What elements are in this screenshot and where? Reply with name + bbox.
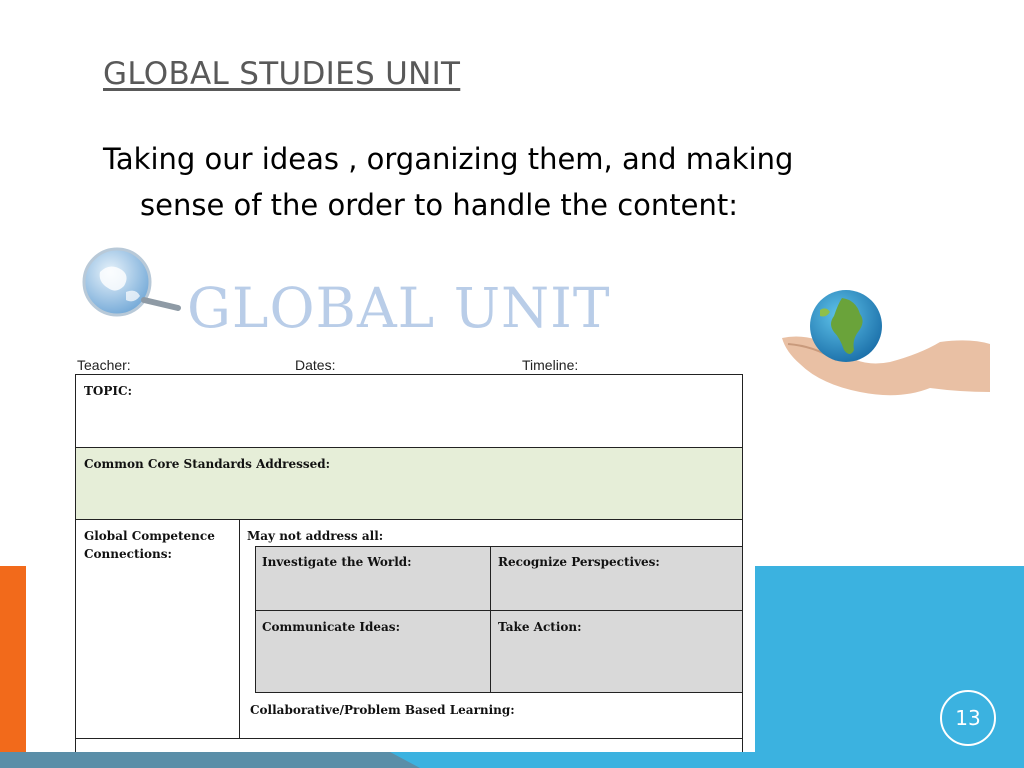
timeline-label: Timeline: [522,357,579,373]
unit-planning-table: TOPIC: Common Core Standards Addressed: … [75,374,743,752]
take-action-cell: Take Action: [490,610,743,693]
competence-divider [239,520,240,738]
global-unit-banner: GLOBAL UNIT [75,242,745,347]
investigate-label: Investigate the World: [262,555,412,569]
page-number-badge: 13 [940,690,996,746]
take-action-label: Take Action: [498,620,582,634]
competence-label-2: Connections: [84,547,172,561]
recognize-cell: Recognize Perspectives: [490,546,743,611]
global-unit-document-image: GLOBAL UNIT Teacher: Dates: Timeline: TO… [75,242,745,752]
standards-label: Common Core Standards Addressed: [84,457,331,471]
slide-title: GLOBAL STUDIES UNIT [103,56,461,92]
communicate-label: Communicate Ideas: [262,620,400,634]
topic-row: TOPIC: [76,375,742,448]
globe-magnifier-icon [82,247,181,317]
banner-title: GLOBAL UNIT [187,276,611,340]
competence-row: Global Competence Connections: May not a… [76,520,743,739]
orange-accent-bar [0,566,26,752]
globe-in-hand-icon [782,290,990,396]
bottom-band-grey [0,752,420,768]
investigate-cell: Investigate the World: [255,546,491,611]
body-line-1: Taking our ideas , organizing them, and … [103,142,794,176]
slide-body-text: Taking our ideas , organizing them, and … [103,136,933,228]
topic-label: TOPIC: [84,384,132,398]
may-not-label: May not address all: [247,529,384,543]
communicate-cell: Communicate Ideas: [255,610,491,693]
collab-label: Collaborative/Problem Based Learning: [250,703,515,717]
body-line-2: sense of the order to handle the content… [140,188,739,222]
competence-label-1: Global Competence [84,529,215,543]
recognize-label: Recognize Perspectives: [498,555,660,569]
standards-row: Common Core Standards Addressed: [76,448,742,520]
teacher-label: Teacher: [77,357,131,373]
dates-label: Dates: [295,357,336,373]
